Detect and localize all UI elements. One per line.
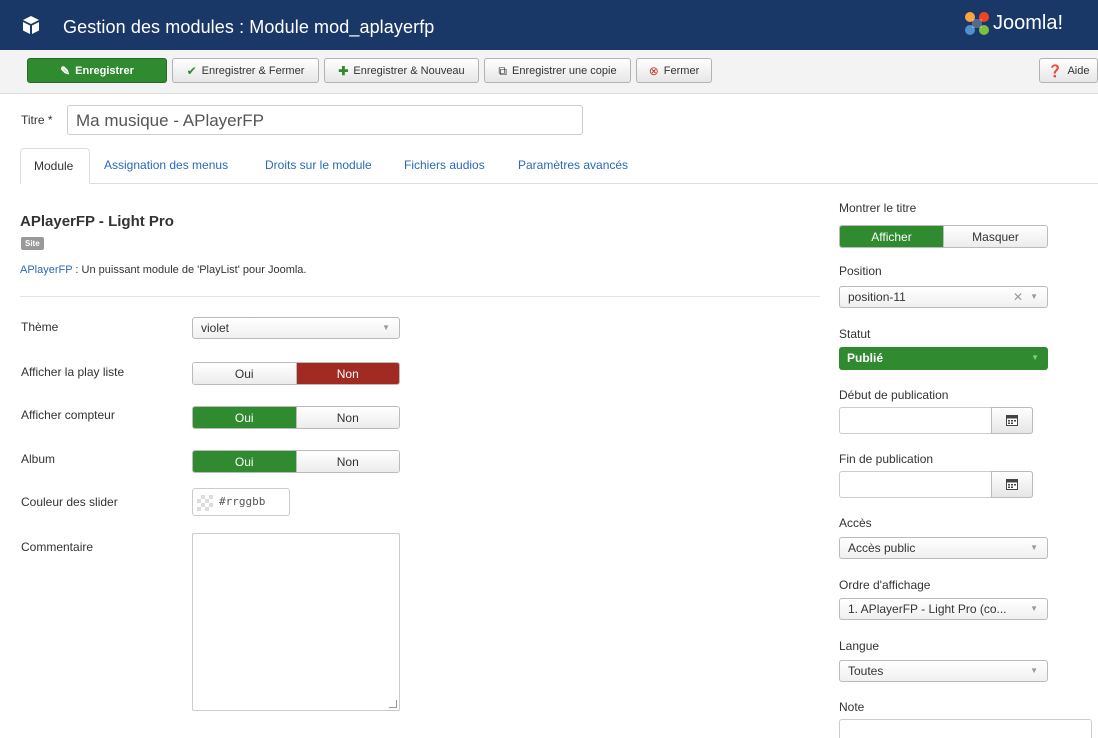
montrer-titre-label: Montrer le titre (839, 201, 917, 215)
album-toggle: Oui Non (192, 450, 400, 473)
fin-publication-label: Fin de publication (839, 452, 934, 466)
playlist-label: Afficher la play liste (21, 365, 125, 379)
caret-down-icon: ▼ (1030, 292, 1038, 301)
module-description-link[interactable]: APlayerFP (20, 264, 72, 276)
edit-icon: ✎ (60, 63, 71, 78)
titre-label: Titre * (21, 113, 53, 127)
page-header: Gestion des modules : Module mod_aplayer… (0, 0, 1098, 50)
acces-label: Accès (839, 516, 872, 530)
acces-select[interactable]: Accès public ▼ (839, 537, 1048, 559)
theme-select[interactable]: violet ▼ (192, 317, 400, 339)
tab-module[interactable]: Module (20, 148, 90, 184)
save-close-button[interactable]: ✔ Enregistrer & Fermer (172, 58, 319, 83)
cube-icon (23, 16, 39, 34)
fin-publication-field[interactable] (839, 471, 1033, 498)
position-label: Position (839, 264, 882, 278)
color-swatch (197, 495, 213, 511)
debut-calendar-button[interactable] (991, 407, 1033, 434)
playlist-no-option[interactable]: Non (295, 363, 399, 384)
caret-down-icon: ▼ (1030, 543, 1038, 552)
langue-select[interactable]: Toutes ▼ (839, 660, 1048, 682)
page-title: Gestion des modules : Module mod_aplayer… (63, 17, 435, 37)
module-name: APlayerFP - Light Pro (20, 213, 174, 230)
site-badge: Site (21, 237, 44, 250)
save-copy-button[interactable]: ⧉ Enregistrer une copie (484, 58, 631, 83)
close-button[interactable]: ⊗ Fermer (636, 58, 712, 83)
debut-publication-field[interactable] (839, 407, 1033, 434)
album-yes-option[interactable]: Oui (193, 451, 296, 472)
caret-down-icon: ▼ (1031, 353, 1039, 362)
note-label: Note (839, 700, 865, 714)
playlist-toggle: Oui Non (192, 362, 400, 385)
theme-label: Thème (21, 320, 59, 334)
joomla-logo-text: Joomla! (993, 12, 1064, 34)
tab-bar: Module Assignation des menus Droits sur … (20, 148, 1098, 184)
couleur-label: Couleur des slider (21, 495, 118, 509)
compteur-label: Afficher compteur (21, 408, 115, 422)
tab-droits[interactable]: Droits sur le module (252, 148, 385, 184)
module-description: APlayerFP : Un puissant module de 'PlayL… (20, 264, 307, 276)
copy-icon: ⧉ (498, 63, 507, 78)
commentaire-label: Commentaire (21, 540, 94, 554)
debut-publication-label: Début de publication (839, 388, 949, 402)
playlist-yes-option[interactable]: Oui (193, 363, 296, 384)
album-label: Album (21, 452, 56, 466)
compteur-yes-option[interactable]: Oui (193, 407, 296, 428)
caret-down-icon: ▼ (1030, 604, 1038, 613)
save-new-button[interactable]: ✚ Enregistrer & Nouveau (324, 58, 479, 83)
plus-icon: ✚ (338, 63, 349, 78)
resize-handle-icon[interactable] (389, 700, 397, 708)
toolbar: ✎ Enregistrer ✔ Enregistrer & Fermer ✚ E… (0, 50, 1098, 94)
album-no-option[interactable]: Non (295, 451, 399, 472)
titre-input[interactable]: Ma musique - APlayerFP (67, 105, 583, 135)
check-icon: ✔ (186, 63, 197, 78)
help-button[interactable]: ❓ Aide (1039, 58, 1098, 83)
tab-assignation-menus[interactable]: Assignation des menus (91, 148, 241, 184)
montrer-titre-toggle: Afficher Masquer (839, 225, 1048, 248)
langue-label: Langue (839, 639, 880, 653)
caret-down-icon: ▼ (382, 323, 390, 332)
note-input[interactable] (839, 719, 1092, 738)
commentaire-textarea[interactable] (192, 533, 400, 711)
divider (20, 296, 820, 297)
compteur-no-option[interactable]: Non (295, 407, 399, 428)
masquer-option[interactable]: Masquer (943, 226, 1047, 247)
calendar-icon (1006, 415, 1018, 426)
ordre-select[interactable]: 1. APlayerFP - Light Pro (co... ▼ (839, 598, 1048, 620)
calendar-icon (1006, 479, 1018, 490)
color-field[interactable]: #rrggbb (192, 488, 290, 516)
fin-calendar-button[interactable] (991, 471, 1033, 498)
clear-icon[interactable]: ✕ (1013, 290, 1023, 304)
statut-label: Statut (839, 327, 871, 341)
caret-down-icon: ▼ (1030, 666, 1038, 675)
tab-parametres-avances[interactable]: Paramètres avancés (505, 148, 641, 184)
close-circle-icon: ⊗ (648, 63, 659, 78)
position-select[interactable]: position-11 ✕ ▼ (839, 286, 1048, 308)
ordre-label: Ordre d'affichage (839, 578, 931, 592)
afficher-option[interactable]: Afficher (840, 226, 943, 247)
compteur-toggle: Oui Non (192, 406, 400, 429)
statut-select[interactable]: Publié ▼ (839, 347, 1048, 370)
tab-fichiers-audios[interactable]: Fichiers audios (391, 148, 498, 184)
save-button[interactable]: ✎ Enregistrer (27, 58, 167, 83)
question-circle-icon: ❓ (1047, 63, 1063, 78)
